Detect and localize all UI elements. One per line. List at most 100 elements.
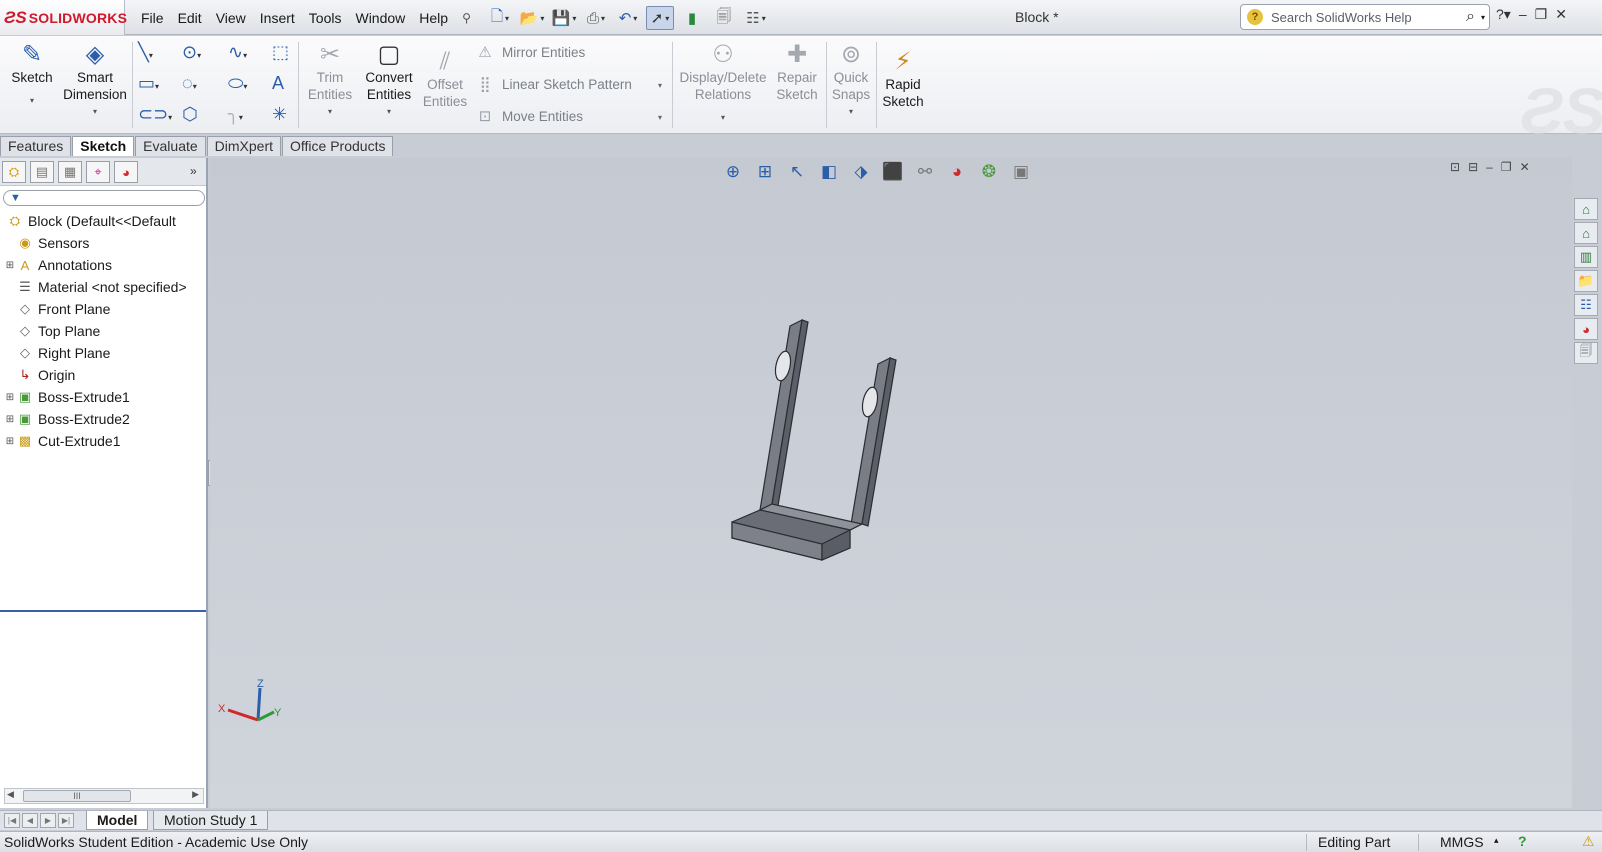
file-properties-button[interactable]: 🗐 <box>710 6 738 30</box>
search-icon[interactable]: ⌕ <box>1466 8 1475 26</box>
last-tab-icon[interactable]: ▶| <box>58 813 74 828</box>
print-button[interactable]: ⎙ ▾ <box>582 6 610 30</box>
open-button[interactable]: 📂 ▾ <box>518 6 546 30</box>
scroll-thumb[interactable]: III <box>23 790 131 802</box>
tree-item[interactable]: ◇ Right Plane <box>0 342 206 364</box>
viewport-close-icon[interactable]: ✕ <box>1520 160 1530 174</box>
sketch-fillet-tool[interactable]: ⬚ <box>272 42 289 63</box>
menu-edit[interactable]: Edit <box>171 10 209 26</box>
fillet-tool[interactable]: ╮▾ <box>228 104 243 125</box>
section-view-button[interactable]: ◧ <box>816 160 842 184</box>
expand-toggle-icon[interactable]: ⊞ <box>4 414 16 425</box>
circle-tool[interactable]: ⊙▾ <box>182 42 201 63</box>
chevron-right-icon[interactable]: » <box>190 164 197 178</box>
tree-item[interactable]: ↳ Origin <box>0 364 206 386</box>
ellipse-tool[interactable]: ⬭▾ <box>228 73 247 94</box>
feature-manager-tab[interactable]: ⛭ <box>2 161 26 183</box>
expand-toggle-icon[interactable]: ⊞ <box>4 260 16 271</box>
tree-item[interactable]: ◉ Sensors <box>0 232 206 254</box>
viewport-restore-icon[interactable]: ❐ <box>1501 160 1512 174</box>
zoom-to-fit-button[interactable]: ⊕ <box>720 160 746 184</box>
rollback-bar[interactable] <box>0 610 206 612</box>
display-manager-tab[interactable]: ◕ <box>114 161 138 183</box>
spline-tool[interactable]: ∿▾ <box>228 42 247 63</box>
new-document-button[interactable]: 🗋 ▾ <box>486 6 514 30</box>
help-status-icon[interactable]: ? <box>1518 833 1527 849</box>
quick-snaps-button[interactable]: ⊚ Quick Snaps ▾ <box>828 41 874 120</box>
configuration-manager-tab[interactable]: ▦ <box>58 161 82 183</box>
apply-scene-button[interactable]: ❂ <box>976 160 1002 184</box>
scroll-left-icon[interactable]: ◀ <box>7 789 14 800</box>
dynamic-annotation-button[interactable]: ⬗ <box>848 160 874 184</box>
u-bracket-model[interactable] <box>730 308 930 568</box>
appearances-tab[interactable]: ◕ <box>1574 318 1598 340</box>
tree-filter-input[interactable]: ▼ <box>3 190 205 206</box>
options-button[interactable]: ☷ ▾ <box>742 6 770 30</box>
relations-dropdown-icon[interactable]: ▾ <box>676 109 770 126</box>
viewport-tile-icon[interactable]: ⊟ <box>1468 160 1478 174</box>
menu-tools[interactable]: Tools <box>302 10 349 26</box>
select-button[interactable]: ➚ ▾ <box>646 6 674 30</box>
tab-motion-study-1[interactable]: Motion Study 1 <box>153 811 269 830</box>
smart-dimension-button[interactable]: ◈ Smart Dimension ▾ <box>60 41 130 120</box>
tree-item[interactable]: ☰ Material <not specified> <box>0 276 206 298</box>
view-settings-button[interactable]: ▣ <box>1008 160 1034 184</box>
tree-item[interactable]: ⊞ ▣ Boss-Extrude1 <box>0 386 206 408</box>
expand-toggle-icon[interactable]: ⊞ <box>4 436 16 447</box>
tree-item[interactable]: ⊞ A Annotations <box>0 254 206 276</box>
display-style-button[interactable]: ⚯ <box>912 160 938 184</box>
convert-entities-button[interactable]: ▢ Convert Entities ▾ <box>358 41 420 120</box>
dimxpert-manager-tab[interactable]: ⌖ <box>86 161 110 183</box>
tree-item[interactable]: ◇ Top Plane <box>0 320 206 342</box>
line-tool[interactable]: ╲▾ <box>138 42 153 63</box>
tab-sketch[interactable]: Sketch <box>72 136 135 156</box>
point-tool[interactable]: ✳ <box>272 104 287 125</box>
close-icon[interactable]: ✕ <box>1555 6 1567 23</box>
convert-dropdown-icon[interactable]: ▾ <box>358 103 420 120</box>
undo-button[interactable]: ↶ ▾ <box>614 6 642 30</box>
tab-dimxpert[interactable]: DimXpert <box>206 136 282 156</box>
linear-sketch-pattern-button[interactable]: ⣿ Linear Sketch Pattern <box>474 75 632 93</box>
menu-view[interactable]: View <box>209 10 253 26</box>
sketch-button[interactable]: ✎ Sketch ▾ <box>6 41 58 109</box>
custom-properties-tab[interactable]: 🗐 <box>1574 342 1598 364</box>
rebuild-button[interactable]: ▮ <box>678 6 706 30</box>
trim-dropdown-icon[interactable]: ▾ <box>302 103 358 120</box>
restore-icon[interactable]: ❐ <box>1535 6 1548 23</box>
menu-window[interactable]: Window <box>348 10 412 26</box>
text-tool[interactable]: A <box>272 73 284 94</box>
view-palette-tab[interactable]: ☷ <box>1574 294 1598 316</box>
home-tab[interactable]: ⌂ <box>1574 222 1598 244</box>
units-dropdown-icon[interactable]: ▴ <box>1494 835 1499 846</box>
tab-office-products[interactable]: Office Products <box>282 136 394 156</box>
move-entities-button[interactable]: ⊡ Move Entities <box>474 107 583 125</box>
polygon-arc-tool[interactable]: ◌▾ <box>182 73 197 94</box>
previous-view-button[interactable]: ↖ <box>784 160 810 184</box>
graphics-area[interactable]: ⊕ ⊞ ↖ ◧ ⬗ ⬛ ⚯ ◕ ❂ ▣ ⊡ ⊟ – ❐ ✕ Z X Y <box>210 158 1572 808</box>
sketch-dropdown-icon[interactable]: ▾ <box>6 92 58 109</box>
viewport-split-icon[interactable]: ⊡ <box>1450 160 1460 174</box>
edit-appearance-button[interactable]: ◕ <box>944 160 970 184</box>
search-dropdown-icon[interactable]: ▾ <box>1481 13 1485 22</box>
polygon-tool[interactable]: ⬡ <box>182 104 198 125</box>
zoom-to-area-button[interactable]: ⊞ <box>752 160 778 184</box>
minimize-icon[interactable]: – <box>1519 6 1527 23</box>
scroll-right-icon[interactable]: ▶ <box>192 789 199 800</box>
design-library-tab[interactable]: ▥ <box>1574 246 1598 268</box>
property-manager-tab[interactable]: ▤ <box>30 161 54 183</box>
mirror-entities-button[interactable]: ⚠ Mirror Entities <box>474 43 585 61</box>
tab-features[interactable]: Features <box>0 136 72 156</box>
rebuild-status-icon[interactable]: ⚠ <box>1582 833 1595 850</box>
tab-model[interactable]: Model <box>86 811 149 830</box>
expand-toggle-icon[interactable]: ⊞ <box>4 392 16 403</box>
move-dropdown-icon[interactable]: ▾ <box>658 113 662 122</box>
solidworks-resources-tab[interactable]: ⌂ <box>1574 198 1598 220</box>
view-orientation-button[interactable]: ⬛ <box>880 160 906 184</box>
viewport-minimize-icon[interactable]: – <box>1486 160 1493 174</box>
menu-help[interactable]: Help <box>412 10 455 26</box>
rapid-sketch-button[interactable]: ⚡ Rapid Sketch <box>878 48 928 110</box>
repair-sketch-button[interactable]: ✚ Repair Sketch <box>772 41 822 103</box>
tree-item[interactable]: ⊞ ▣ Boss-Extrude2 <box>0 408 206 430</box>
horizontal-scrollbar[interactable]: ◀ III ▶ <box>4 788 204 804</box>
help-dropdown-icon[interactable]: ?▾ <box>1496 6 1511 23</box>
